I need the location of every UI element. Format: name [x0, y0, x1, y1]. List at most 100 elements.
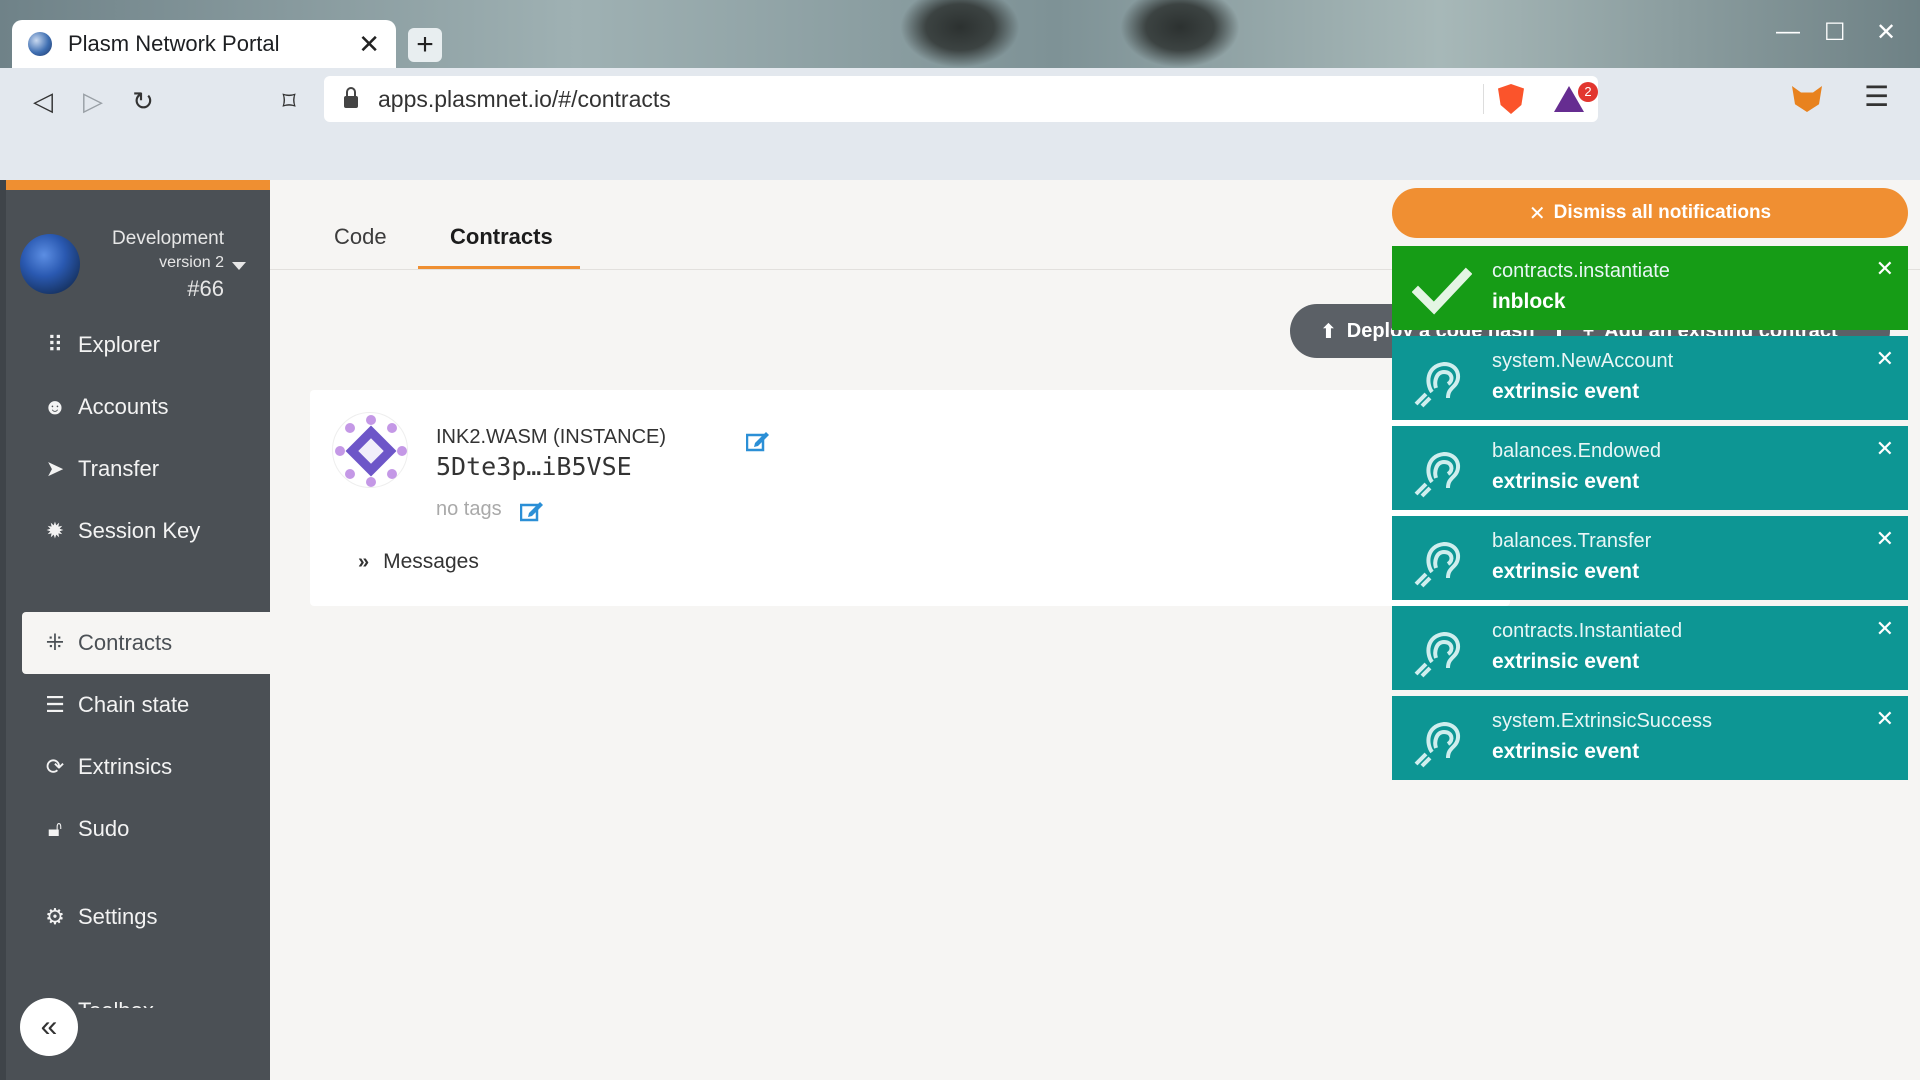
notification-event: system.ExtrinsicSuccess extrinsic event …: [1392, 696, 1908, 780]
tab-contracts[interactable]: Contracts: [450, 224, 553, 250]
sidebar-item-settings[interactable]: ⚙ Settings: [22, 886, 270, 948]
messages-toggle[interactable]: » Messages: [358, 550, 479, 574]
sidebar-item-label: Toolbox: [78, 998, 154, 1008]
sidebar-item-label: Chain state: [78, 692, 190, 717]
paper-plane-icon: ➤: [45, 456, 65, 481]
sidebar-item-session-key[interactable]: ✹ Session Key: [22, 500, 270, 562]
contract-tags: no tags: [436, 498, 502, 520]
favicon-icon: [28, 32, 52, 56]
sidebar-item-label: Sudo: [78, 816, 130, 841]
close-notification-icon[interactable]: ✕: [1876, 706, 1894, 732]
sidebar-item-label: Extrinsics: [78, 754, 173, 779]
notification-status: extrinsic event: [1492, 380, 1640, 403]
maximize-icon[interactable]: ☐: [1824, 18, 1846, 47]
explorer-icon: ⠿: [46, 332, 64, 357]
bookmark-icon[interactable]: ⌑: [272, 86, 306, 117]
sidebar-item-label: Accounts: [78, 394, 169, 419]
close-tab-icon[interactable]: ✕: [358, 29, 380, 60]
best-block: #66: [187, 276, 224, 301]
notification-status: extrinsic event: [1492, 470, 1640, 493]
ear-icon: [1414, 451, 1461, 498]
gear-icon: ✹: [45, 518, 65, 543]
wallpaper-bird: [900, 0, 1020, 68]
sidebar-item-label: Transfer: [78, 456, 160, 481]
reload-icon[interactable]: ↻: [126, 86, 160, 117]
forward-icon[interactable]: ▷: [76, 86, 110, 117]
users-icon: ☻: [43, 394, 67, 419]
rewards-badge: 2: [1578, 82, 1598, 102]
notification-event: system.NewAccount extrinsic event ✕: [1392, 336, 1908, 420]
browser-toolbar: ◁ ▷ ↻ ⌑ apps.plasmnet.io/#/contracts 2 ☰: [0, 68, 1920, 180]
sidebar-item-contracts[interactable]: ⁜ Contracts: [22, 612, 270, 674]
notification-title: contracts.Instantiated: [1492, 620, 1683, 642]
notification-status: extrinsic event: [1492, 740, 1640, 763]
metamask-fox-icon[interactable]: [1792, 86, 1822, 112]
address-bar[interactable]: apps.plasmnet.io/#/contracts: [324, 76, 1598, 122]
ear-icon: [1414, 361, 1461, 408]
sync-icon: ⟳: [45, 754, 65, 779]
dismiss-all-label: Dismiss all notifications: [1553, 202, 1772, 223]
browser-tab[interactable]: Plasm Network Portal ✕: [12, 20, 396, 68]
active-tab-indicator: [418, 266, 580, 269]
wallpaper-bird: [1120, 0, 1240, 68]
sidebar-item-label: Session Key: [78, 518, 201, 543]
notification-title: balances.Endowed: [1492, 440, 1662, 462]
lock-icon: [344, 87, 358, 108]
database-icon: ☰: [45, 692, 65, 717]
notification-event: contracts.Instantiated extrinsic event ✕: [1392, 606, 1908, 690]
edit-name-icon[interactable]: [746, 430, 770, 452]
notification-title: system.NewAccount: [1492, 350, 1674, 372]
contract-name: INK2.WASM (INSTANCE): [436, 426, 667, 448]
sidebar: Development version 2 #66 ⠿ Explorer ☻ A…: [6, 180, 270, 1080]
chain-name: Development: [112, 228, 224, 249]
tab-title: Plasm Network Portal: [68, 31, 280, 56]
caret-down-icon: [232, 262, 246, 270]
tab-code[interactable]: Code: [334, 224, 387, 250]
notification-event: balances.Endowed extrinsic event ✕: [1392, 426, 1908, 510]
runtime-version: version 2: [159, 254, 224, 271]
node-selector[interactable]: Development version 2 #66: [16, 218, 266, 308]
compress-icon: ⁜: [45, 630, 65, 655]
notification-status: extrinsic event: [1492, 650, 1640, 673]
cogs-icon: ⚙: [45, 904, 65, 929]
upload-icon: ⬆: [1320, 320, 1337, 343]
sidebar-item-sudo[interactable]: 🔓︎ Sudo: [22, 798, 270, 860]
sidebar-item-accounts[interactable]: ☻ Accounts: [22, 376, 270, 438]
minimize-icon[interactable]: —: [1776, 18, 1800, 46]
close-window-icon[interactable]: ✕: [1876, 18, 1896, 47]
chain-logo-icon: [20, 234, 80, 294]
url-text[interactable]: apps.plasmnet.io/#/contracts: [378, 86, 1483, 113]
notification-title: contracts.instantiate: [1492, 260, 1670, 282]
check-icon: [1412, 267, 1472, 315]
close-notification-icon[interactable]: ✕: [1876, 616, 1894, 642]
edit-tags-icon[interactable]: [520, 500, 544, 522]
sidebar-item-chain-state[interactable]: ☰ Chain state: [22, 674, 270, 736]
dismiss-all-notifications-button[interactable]: ✕ Dismiss all notifications: [1392, 188, 1908, 238]
ear-icon: [1414, 721, 1461, 768]
close-notification-icon[interactable]: ✕: [1876, 526, 1894, 552]
sidebar-item-transfer[interactable]: ➤ Transfer: [22, 438, 270, 500]
close-notification-icon[interactable]: ✕: [1876, 346, 1894, 372]
contract-identicon: [332, 412, 408, 488]
notification-title: balances.Transfer: [1492, 530, 1652, 552]
contract-address[interactable]: 5Dte3p…iB5VSE: [436, 452, 632, 481]
close-notification-icon[interactable]: ✕: [1876, 256, 1894, 282]
messages-label: Messages: [383, 550, 479, 573]
back-icon[interactable]: ◁: [26, 86, 60, 117]
collapse-sidebar-button[interactable]: «: [20, 998, 78, 1056]
double-chevron-right-icon: »: [358, 550, 370, 573]
close-notification-icon[interactable]: ✕: [1876, 436, 1894, 462]
browser-menu-icon[interactable]: ☰: [1864, 80, 1889, 113]
notification-success: contracts.instantiate inblock ✕: [1392, 246, 1908, 330]
sidebar-item-extrinsics[interactable]: ⟳ Extrinsics: [22, 736, 270, 798]
notification-title: system.ExtrinsicSuccess: [1492, 710, 1713, 732]
brave-shield-icon[interactable]: [1498, 84, 1524, 114]
close-icon: ✕: [1528, 202, 1546, 225]
sidebar-item-explorer[interactable]: ⠿ Explorer: [22, 314, 270, 376]
ear-icon: [1414, 631, 1461, 678]
ear-icon: [1414, 541, 1461, 588]
notification-status: extrinsic event: [1492, 560, 1640, 583]
browser-tabstrip: Plasm Network Portal ✕ + — ☐ ✕: [0, 0, 1920, 68]
notification-status: inblock: [1492, 290, 1566, 313]
new-tab-button[interactable]: +: [408, 28, 442, 62]
